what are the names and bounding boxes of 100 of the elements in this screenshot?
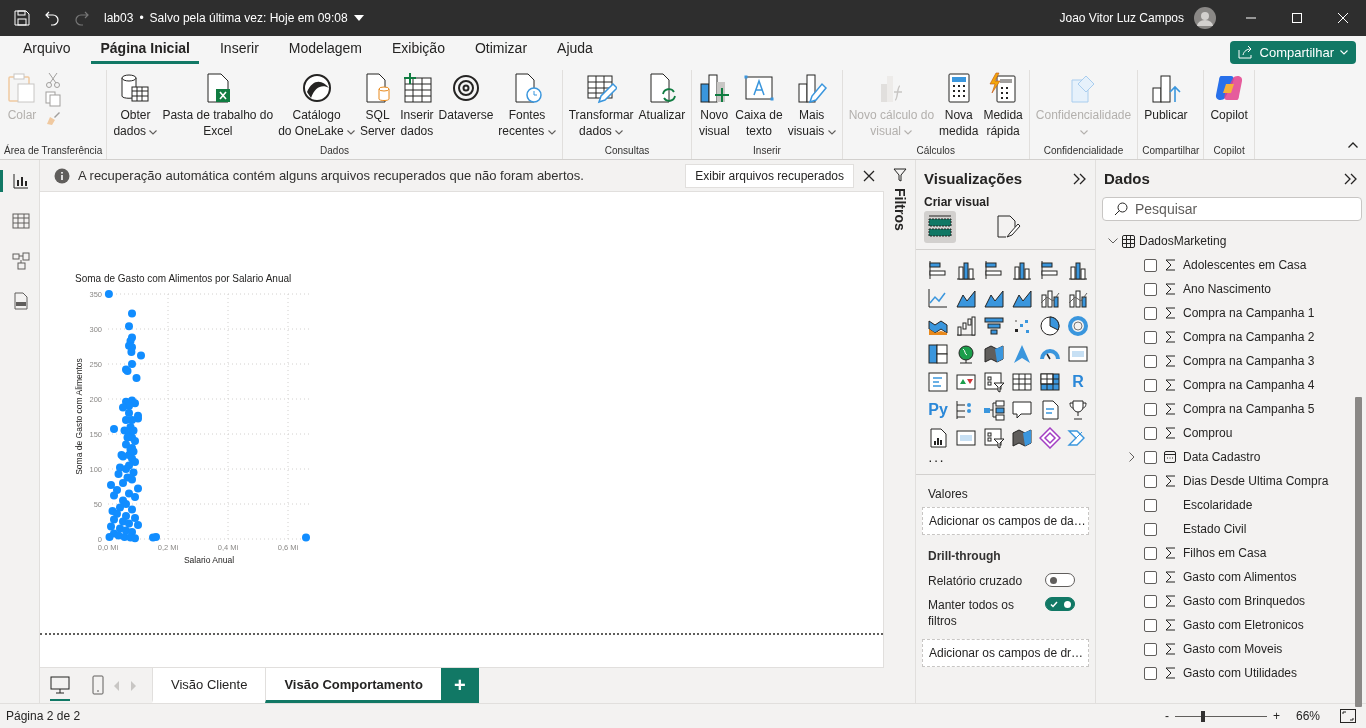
field-name[interactable]: Compra na Campanha 5 bbox=[1183, 402, 1315, 416]
field-name[interactable]: Compra na Campanha 3 bbox=[1183, 354, 1315, 368]
field-checkbox[interactable] bbox=[1144, 258, 1157, 272]
field-checkbox[interactable] bbox=[1144, 666, 1157, 680]
page-tab[interactable]: Visão Comportamento bbox=[265, 668, 441, 703]
map-icon[interactable] bbox=[1011, 427, 1033, 449]
field-checkbox[interactable] bbox=[1144, 618, 1157, 632]
column-chart-icon[interactable] bbox=[955, 259, 977, 281]
drop-field[interactable]: Adicionar os campos de dr… bbox=[922, 639, 1089, 667]
field-checkbox[interactable] bbox=[1144, 450, 1157, 464]
data-point[interactable] bbox=[119, 403, 127, 412]
slicer-icon[interactable] bbox=[983, 371, 1005, 393]
add-page-button[interactable]: + bbox=[440, 668, 479, 703]
kpi-icon[interactable] bbox=[955, 371, 977, 393]
ribbon-button[interactable]: Catálogo do OneLake bbox=[276, 70, 357, 141]
data-point[interactable] bbox=[125, 322, 133, 331]
ribbon-button[interactable]: Novo visual bbox=[696, 70, 733, 141]
combo-chart-icon[interactable] bbox=[1039, 287, 1061, 309]
donut-chart-icon[interactable] bbox=[1067, 315, 1089, 337]
menu-tab[interactable]: Otimizar bbox=[465, 40, 537, 64]
field-name[interactable]: Compra na Campanha 1 bbox=[1183, 306, 1315, 320]
data-point[interactable] bbox=[134, 414, 142, 423]
data-point[interactable] bbox=[123, 433, 132, 442]
slicer-icon[interactable] bbox=[983, 427, 1005, 449]
data-point[interactable] bbox=[123, 367, 132, 375]
bar-chart-icon[interactable] bbox=[1039, 259, 1061, 281]
arrow-icon[interactable] bbox=[1011, 343, 1033, 365]
data-point[interactable] bbox=[131, 437, 139, 445]
text-lines-icon[interactable] bbox=[927, 371, 949, 393]
zoom-in-button[interactable]: + bbox=[1272, 709, 1280, 723]
undo-icon[interactable] bbox=[44, 10, 60, 26]
field-checkbox[interactable] bbox=[1144, 426, 1157, 440]
ribbon-button[interactable]: Transformar dados bbox=[566, 70, 636, 141]
data-point[interactable] bbox=[104, 290, 113, 298]
data-point[interactable] bbox=[122, 465, 130, 473]
menu-tab[interactable]: Exibição bbox=[383, 40, 454, 64]
pie-chart-icon[interactable] bbox=[1039, 315, 1061, 337]
scissors-icon[interactable] bbox=[45, 72, 61, 88]
data-point[interactable] bbox=[113, 509, 121, 518]
data-point[interactable] bbox=[131, 399, 139, 408]
data-point[interactable] bbox=[132, 374, 141, 382]
data-point[interactable] bbox=[131, 514, 139, 522]
data-point[interactable] bbox=[128, 360, 136, 368]
diamond-icon[interactable] bbox=[1039, 427, 1061, 449]
field-checkbox[interactable] bbox=[1144, 282, 1157, 296]
column-chart-icon[interactable] bbox=[1011, 259, 1033, 281]
more-visuals-button[interactable]: ··· bbox=[916, 452, 1095, 475]
field-checkbox[interactable] bbox=[1144, 570, 1157, 584]
column-chart-icon[interactable] bbox=[1067, 259, 1089, 281]
field-checkbox[interactable] bbox=[1144, 330, 1157, 344]
field-checkbox[interactable] bbox=[1144, 402, 1157, 416]
ribbon-button[interactable]: SQL Server bbox=[357, 70, 398, 141]
search-field[interactable]: Pesquisar bbox=[1102, 197, 1362, 221]
ribbon-button[interactable]: Inserir dados bbox=[398, 70, 436, 141]
expand-pane-icon[interactable] bbox=[1073, 172, 1087, 185]
data-point[interactable] bbox=[128, 309, 136, 318]
ribbon-button[interactable]: Dataverse bbox=[436, 70, 496, 125]
data-point[interactable] bbox=[110, 491, 118, 500]
funnel-chart-icon[interactable] bbox=[983, 315, 1005, 337]
data-point[interactable] bbox=[122, 500, 130, 508]
data-point[interactable] bbox=[107, 522, 115, 531]
field-name[interactable]: Gasto com Brinquedos bbox=[1183, 594, 1306, 608]
chevron-right-icon[interactable] bbox=[1129, 452, 1135, 462]
matrix-icon[interactable] bbox=[1039, 371, 1061, 393]
ribbon-button[interactable]: Nova medida bbox=[937, 70, 981, 141]
field-name[interactable]: Gasto com Eletronicos bbox=[1183, 618, 1304, 632]
field-name[interactable]: Escolaridade bbox=[1183, 498, 1253, 512]
data-point[interactable] bbox=[128, 475, 136, 484]
ribbon-button[interactable]: Medida rápida bbox=[981, 70, 1025, 141]
ribbon-button[interactable]: Fontes recentes bbox=[496, 70, 558, 141]
data-point[interactable] bbox=[122, 440, 130, 449]
data-point[interactable] bbox=[116, 503, 124, 512]
field-checkbox[interactable] bbox=[1144, 546, 1157, 560]
avatar-icon[interactable] bbox=[1194, 7, 1216, 29]
menu-tab[interactable]: Modelagem bbox=[279, 40, 371, 64]
chevron-down-icon[interactable] bbox=[1108, 238, 1118, 244]
card-icon[interactable] bbox=[955, 427, 977, 449]
caret-down-icon[interactable] bbox=[353, 15, 364, 21]
field-name[interactable]: Adolescentes em Casa bbox=[1183, 258, 1307, 272]
field-name[interactable]: Gasto com Utilidades bbox=[1183, 666, 1298, 680]
data-point[interactable] bbox=[119, 452, 127, 461]
node-diagram-icon[interactable] bbox=[983, 399, 1005, 421]
data-point[interactable] bbox=[128, 416, 136, 424]
waterfall-chart-icon[interactable] bbox=[955, 315, 977, 337]
globe-icon[interactable] bbox=[955, 343, 977, 365]
copy-icon[interactable] bbox=[45, 91, 61, 107]
trophy-icon[interactable] bbox=[1067, 399, 1089, 421]
data-point[interactable] bbox=[105, 532, 114, 541]
speech-bubble-icon[interactable] bbox=[1011, 399, 1033, 421]
show-recovered-button[interactable]: Exibir arquivos recuperados bbox=[685, 163, 854, 188]
funnel-icon[interactable] bbox=[892, 168, 907, 182]
data-point[interactable] bbox=[131, 458, 139, 466]
data-point[interactable] bbox=[122, 511, 130, 520]
toggle-switch[interactable] bbox=[1045, 573, 1075, 587]
data-point[interactable] bbox=[120, 532, 129, 541]
ribbon-button[interactable]: Pasta de trabalho do Excel bbox=[160, 70, 276, 141]
table-name[interactable]: DadosMarketing bbox=[1139, 234, 1227, 248]
map-icon[interactable] bbox=[983, 343, 1005, 365]
line-chart-icon[interactable] bbox=[927, 287, 949, 309]
ribbon-button[interactable]: Obter dados bbox=[111, 70, 160, 141]
